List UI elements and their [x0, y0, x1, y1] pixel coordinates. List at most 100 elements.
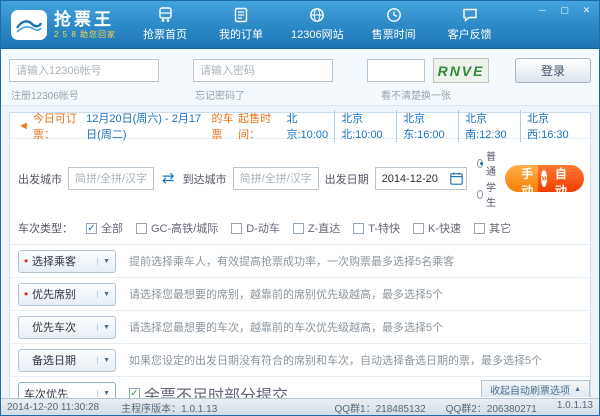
booking-label: 今日可订票： [33, 110, 86, 142]
select-passenger-button[interactable]: • 选择乘客 ▼ [18, 250, 116, 273]
sale-time: 北京:10:00 [281, 110, 335, 142]
nav-feedback[interactable]: 客户反馈 [444, 7, 496, 42]
speech-bubble-icon [462, 7, 478, 23]
train-type-row: 车次类型： ✓全部 ✓GC-高铁/城际 ✓D-动车 ✓Z-直达 ✓T-特快 ✓K… [10, 218, 590, 245]
chevron-down-icon: ▼ [97, 258, 110, 265]
nav-12306-website[interactable]: 12306网站 [291, 7, 344, 42]
depart-city-input[interactable] [68, 167, 154, 190]
chevron-down-icon: ▼ [97, 324, 110, 331]
train-type-k[interactable]: ✓K-快速 [413, 220, 461, 236]
nav-label: 12306网站 [291, 26, 344, 42]
app-window: 抢票王 2 5 8 助您回家 抢票首页 我的订单 12306网站 售票时间 [0, 0, 600, 416]
train-type-z[interactable]: ✓Z-直达 [293, 220, 340, 236]
backup-date-button[interactable]: 备选日期 ▼ [18, 349, 116, 372]
train-icon [157, 7, 174, 23]
checkbox-icon: ✓ [293, 223, 304, 234]
train-type-gc[interactable]: ✓GC-高铁/城际 [136, 220, 218, 236]
sale-label: 起售时间： [238, 110, 280, 142]
login-button[interactable]: 登录 [515, 58, 591, 83]
required-marker: • [24, 254, 30, 268]
maximize-button[interactable]: ▢ [557, 4, 572, 17]
main-nav: 抢票首页 我的订单 12306网站 售票时间 客户反馈 [139, 7, 496, 42]
forgot-password-link[interactable]: 忘记密码了 [195, 87, 245, 102]
window-controls: ─ ▢ ✕ [535, 4, 594, 17]
select-passenger-row: • 选择乘客 ▼ 提前选择乘车人，有效提高抢票成功率，一次购票最多选择5名乘客 [10, 245, 590, 278]
row-hint: 如果您设定的出发日期没有符合的席别和车次，自动选择备选日期的票，最多选择5个 [129, 352, 542, 368]
minimize-button[interactable]: ─ [535, 4, 550, 17]
chevron-down-icon: ▼ [97, 357, 110, 364]
status-bar: 2014-12-20 11:30:28 主程序版本：1.0.1.13 QQ群1：… [1, 398, 599, 415]
clock-icon [386, 7, 402, 23]
register-link[interactable]: 注册12306帐号 [11, 87, 79, 102]
collapse-auto-refresh-button[interactable]: 收起自动刷票选项 ▲ [481, 380, 590, 397]
captcha-image[interactable]: RNVE [433, 58, 489, 83]
swap-cities-icon[interactable]: ⇄ [160, 171, 177, 186]
nav-label: 抢票首页 [143, 26, 187, 42]
radio-icon [477, 190, 483, 199]
train-type-t[interactable]: ✓T-特快 [353, 220, 400, 236]
sale-time: 北京西:16:30 [520, 110, 582, 142]
titlebar: 抢票王 2 5 8 助您回家 抢票首页 我的订单 12306网站 售票时间 [1, 1, 599, 49]
sale-time: 北京北:10:00 [334, 110, 396, 142]
calendar-icon[interactable] [450, 172, 463, 190]
checkbox-icon: ✓ [231, 223, 242, 234]
arrive-city-input[interactable] [233, 167, 319, 190]
nav-label: 售票时间 [372, 26, 416, 42]
backup-date-row: 备选日期 ▼ 如果您设定的出发日期没有符合的席别和车次，自动选择备选日期的票，最… [10, 344, 590, 377]
preferred-seat-button[interactable]: • 优先席别 ▼ [18, 283, 116, 306]
train-type-all[interactable]: ✓全部 [86, 220, 123, 236]
nav-sale-time[interactable]: 售票时间 [368, 7, 420, 42]
checkbox-icon: ✓ [413, 223, 424, 234]
nav-my-orders[interactable]: 我的订单 [215, 7, 267, 42]
status-qq-group1: QQ群1：218485132 [335, 400, 426, 415]
nav-label: 客户反馈 [448, 26, 492, 42]
refresh-captcha-link[interactable]: 看不清楚换一张 [381, 87, 451, 102]
row-hint: 请选择您最想要的车次，越靠前的车次优先级越高，最多选择5个 [129, 319, 443, 335]
arrive-city-label: 到达城市 [183, 171, 227, 187]
nav-label: 我的订单 [219, 26, 263, 42]
chevron-up-icon: ▲ [574, 386, 581, 393]
chevron-down-icon: ▼ [97, 390, 110, 397]
booking-suffix: 的车票 [212, 110, 239, 142]
train-type-d[interactable]: ✓D-动车 [231, 220, 280, 236]
depart-date-label: 出发日期 [325, 171, 369, 187]
nav-ticket-home[interactable]: 抢票首页 [139, 7, 191, 42]
status-qq-group2: QQ群2：206380271 [446, 400, 537, 415]
checkbox-icon: ✓ [353, 223, 364, 234]
sale-times: 起售时间： 北京:10:00 北京北:10:00 北京东:16:00 北京南:1… [238, 110, 582, 142]
passenger-type-group: 普通 学生 [477, 148, 499, 209]
password-input[interactable] [193, 59, 333, 82]
status-datetime: 2014-12-20 11:30:28 [7, 402, 99, 413]
preferred-seat-row: • 优先席别 ▼ 请选择您最想要的席别，越靠前的席别优先级越高，最多选择5个 [10, 278, 590, 311]
refresh-button-group: 手动刷票 » 自动刷票 [505, 165, 584, 192]
required-marker: • [24, 287, 30, 301]
radio-icon [477, 159, 483, 168]
status-version-label: 主程序版本：1.0.1.13 [121, 400, 217, 415]
app-logo: 抢票王 2 5 8 助您回家 [11, 10, 139, 40]
login-section: RNVE 登录 注册12306帐号 忘记密码了 看不清楚换一张 [1, 49, 599, 106]
status-version: 1.0.1.13 [557, 400, 593, 415]
passenger-type-normal[interactable]: 普通 [477, 148, 499, 178]
close-button[interactable]: ✕ [579, 4, 594, 17]
train-type-label: 车次类型： [18, 220, 73, 236]
row-hint: 提前选择乘车人，有效提高抢票成功率，一次购票最多选择5名乘客 [129, 253, 454, 269]
search-row: 出发城市 ⇄ 到达城市 出发日期 普通 学生 手动刷票 » 自动刷票 [10, 139, 590, 218]
preferred-train-row: 优先车次 ▼ 请选择您最想要的车次，越靠前的车次优先级越高，最多选择5个 [10, 311, 590, 344]
preferred-train-button[interactable]: 优先车次 ▼ [18, 316, 116, 339]
booking-range: 12月20日(周六) - 2月17日(周二) [86, 110, 211, 142]
row-hint: 请选择您最想要的席别，越靠前的席别优先级越高，最多选择5个 [129, 286, 443, 302]
app-title: 抢票王 [54, 10, 116, 29]
chevron-down-icon: ▼ [97, 291, 110, 298]
sale-time: 北京南:12:30 [458, 110, 520, 142]
train-type-other[interactable]: ✓其它 [474, 220, 511, 236]
notice-bar: ◄ 今日可订票： 12月20日(周六) - 2月17日(周二) 的车票 起售时间… [10, 113, 590, 139]
captcha-input[interactable] [367, 59, 425, 82]
passenger-type-student[interactable]: 学生 [477, 179, 499, 209]
checkbox-icon: ✓ [474, 223, 485, 234]
main-panel: ◄ 今日可订票： 12月20日(周六) - 2月17日(周二) 的车票 起售时间… [9, 112, 591, 411]
app-slogan: 2 5 8 助您回家 [54, 29, 116, 40]
account-input[interactable] [9, 59, 159, 82]
login-links: 注册12306帐号 忘记密码了 看不清楚换一张 [9, 86, 591, 102]
checkbox-icon: ✓ [136, 223, 147, 234]
sale-time: 北京东:16:00 [396, 110, 458, 142]
